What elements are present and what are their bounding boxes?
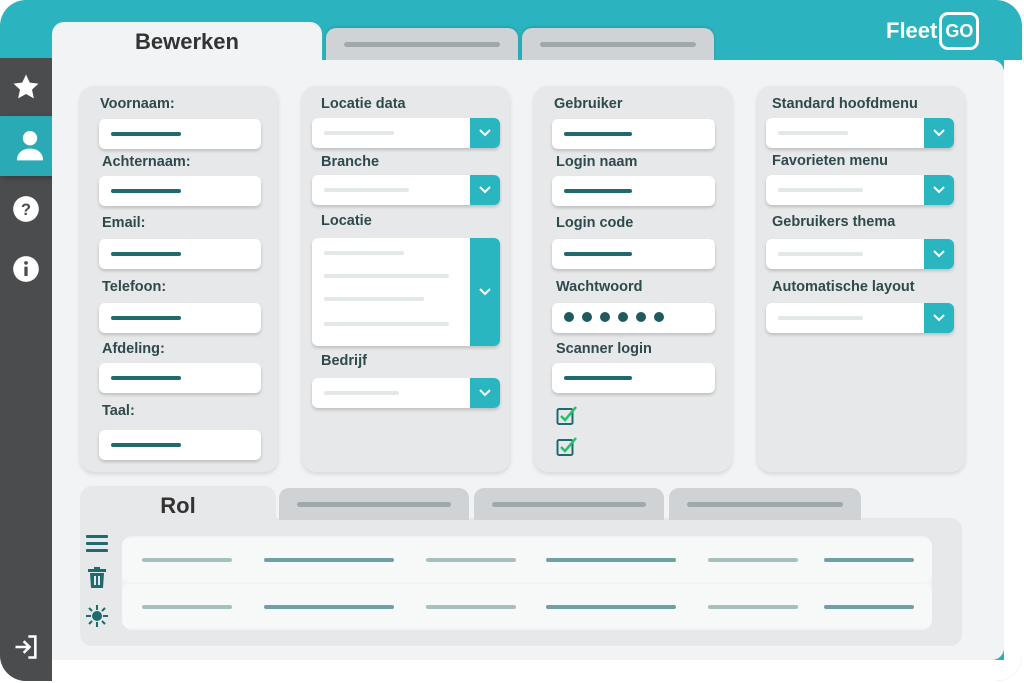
voornaam-field[interactable] [99,119,261,149]
chevron-down-icon[interactable] [924,239,954,269]
info-icon [13,256,39,282]
menu-icon [86,535,108,552]
label-achternaam: Achternaam: [102,154,191,170]
rol-tab-placeholder-3[interactable] [474,488,664,520]
favorieten-select[interactable] [766,175,954,205]
help-icon: ? [13,196,39,222]
table-row[interactable] [122,538,932,582]
tab-rol[interactable]: Rol [80,486,276,526]
logout-icon [15,635,37,659]
rol-tab-placeholder-4[interactable] [669,488,861,520]
bottom-band [52,660,1022,681]
label-taal: Taal: [102,403,135,419]
locatie-data-select[interactable] [312,118,500,148]
crosshair-icon [86,605,108,627]
layout-select[interactable] [766,303,954,333]
chevron-down-icon[interactable] [924,175,954,205]
chevron-down-icon[interactable] [924,118,954,148]
bedrijf-select[interactable] [312,378,500,408]
chevron-down-icon[interactable] [924,303,954,333]
label-login-code: Login code [556,215,634,231]
table-row[interactable] [122,584,932,628]
label-afdeling: Afdeling: [102,341,165,357]
tab-bewerken[interactable]: Bewerken [52,22,322,62]
branche-select[interactable] [312,175,500,205]
star-icon [13,74,39,99]
chevron-down-icon[interactable] [470,175,500,205]
tab-placeholder-3[interactable] [522,28,714,60]
rol-table [122,536,932,630]
email-field[interactable] [99,239,261,269]
svg-text:?: ? [21,201,31,219]
label-bedrijf: Bedrijf [321,353,367,369]
sidebar-item-info[interactable] [0,244,52,294]
checkbox-checked-2[interactable] [556,436,578,458]
label-layout: Automatische layout [772,279,915,295]
label-email: Email: [102,215,146,231]
label-voornaam: Voornaam: [100,96,175,112]
locate-button[interactable] [85,604,109,628]
login-code-field[interactable] [552,239,715,269]
user-icon [16,130,44,161]
scanner-login-field[interactable] [552,363,715,393]
sidebar-item-user[interactable] [0,116,60,176]
fleetgo-logo: Fleet GO [886,12,980,50]
telefoon-field[interactable] [99,303,261,333]
taal-field[interactable] [99,430,261,460]
label-gebruiker: Gebruiker [554,96,623,112]
label-locatie: Locatie [321,213,372,229]
logo-text: Fleet [886,18,938,43]
wachtwoord-field[interactable] [552,303,715,333]
app-window: Bewerken Fleet GO ? Voornaam: Achternaam… [0,0,1022,681]
tab-placeholder-2[interactable] [326,28,518,60]
locatie-listbox[interactable] [312,238,500,346]
login-naam-field[interactable] [552,176,715,206]
label-scanner-login: Scanner login [556,341,652,357]
afdeling-field[interactable] [99,363,261,393]
sidebar-item-help[interactable]: ? [0,184,52,234]
label-favorieten: Favorieten menu [772,153,889,169]
checkbox-checked-1[interactable] [556,405,578,427]
gebruiker-field[interactable] [552,119,715,149]
chevron-down-icon[interactable] [470,118,500,148]
thema-select[interactable] [766,239,954,269]
rol-tab-placeholder-2[interactable] [279,488,469,520]
label-telefoon: Telefoon: [102,279,167,295]
label-wachtwoord: Wachtwoord [556,279,643,295]
label-branche: Branche [321,154,380,170]
label-thema: Gebruikers thema [772,214,896,230]
achternaam-field[interactable] [99,176,261,206]
sidebar-item-logout[interactable] [0,622,52,672]
logo-box: GO [939,12,980,50]
password-dots [564,312,664,322]
label-locatie-data: Locatie data [321,96,406,112]
label-login-naam: Login naam [556,154,638,170]
chevron-down-icon[interactable] [470,378,500,408]
trash-icon [88,567,106,588]
right-band [1004,60,1022,660]
delete-button[interactable] [85,566,109,590]
menu-button[interactable] [85,532,109,556]
label-standard-menu: Standard hoofdmenu [772,96,918,112]
chevron-down-icon[interactable] [470,238,500,346]
standard-menu-select[interactable] [766,118,954,148]
sidebar-item-favorites[interactable] [0,62,52,112]
